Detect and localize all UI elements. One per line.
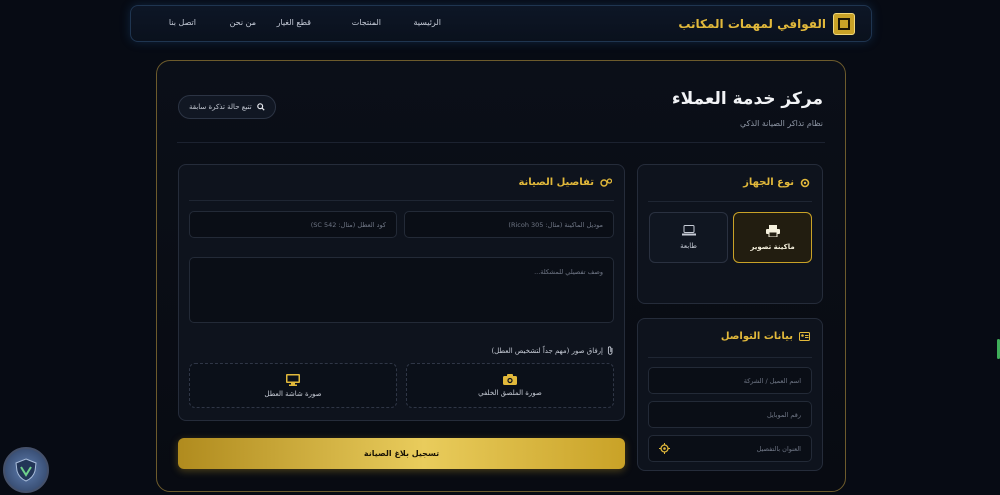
maintenance-panel: تفاصيل الصيانة موديل الماكينة (مثال: Ric… [178,164,625,421]
printer-icon [765,224,780,237]
problem-description-placeholder: وصف تفصيلي للمشكلة... [534,268,603,276]
service-card: مركز خدمة العملاء نظام تذاكر الصيانة الذ… [156,60,846,492]
contact-heading-text: بيانات التواصل [720,331,793,342]
track-ticket-label: تتبع حالة تذكرة سابقة [189,103,252,111]
customer-name-placeholder: اسم العميل / الشركة [743,376,801,385]
upload-screen-photo[interactable]: صورة شاشة العطل [189,363,397,408]
gears-icon [600,177,612,188]
security-badge[interactable] [3,447,49,493]
search-icon [256,103,265,111]
error-code-placeholder: كود العطل (مثال: SC 542) [310,220,386,229]
device-option-label: ماكينة تصوير [750,242,795,251]
contact-panel: بيانات التواصل اسم العميل / الشركة رقم ا… [637,318,823,471]
customer-name-field[interactable]: اسم العميل / الشركة [648,367,812,394]
camera-icon [503,374,517,385]
panel-divider [648,201,812,202]
phone-field[interactable]: رقم الموبايل [648,401,812,428]
track-ticket-button[interactable]: تتبع حالة تذكرة سابقة [178,95,276,119]
maintenance-heading-text: تفاصيل الصيانة [518,177,594,188]
device-option-label: طابعة [680,242,697,250]
page-title: مركز خدمة العملاء [671,89,823,109]
header-divider [177,142,825,143]
address-field[interactable]: العنوان بالتفصيل [648,435,812,462]
top-navbar: الفوافي لمهمات المكاتب الرئيسية المنتجات… [130,5,872,42]
gear-icon [800,178,810,188]
machine-model-placeholder: موديل الماكينة (مثال: Ricoh 305) [508,220,603,229]
brand-logo [833,13,855,35]
device-type-panel: نوع الجهاز ماكينة تصوير طابعة [637,164,823,304]
problem-description-field[interactable]: وصف تفصيلي للمشكلة... [189,257,614,323]
location-target-icon[interactable] [659,443,670,454]
nav-link-products[interactable]: المنتجات [341,18,381,27]
id-card-icon [799,332,810,341]
submit-ticket-button[interactable]: تسجيل بلاغ الصيانة [178,438,625,469]
panel-divider [189,200,614,201]
maintenance-heading: تفاصيل الصيانة [518,177,612,188]
brand-name: الفوافي لمهمات المكاتب [678,17,826,31]
phone-placeholder: رقم الموبايل [766,410,801,419]
nav-link-about[interactable]: من نحن [216,18,256,27]
page-subtitle: نظام تذاكر الصيانة الذكي [740,119,823,128]
brand[interactable]: الفوافي لمهمات المكاتب [678,13,855,35]
nav-link-contact[interactable]: اتصل بنا [156,18,196,27]
attach-images-label: إرفاق صور (مهم جداً لتشخيص العطل) [491,346,614,355]
device-type-heading: نوع الجهاز [743,177,810,188]
paperclip-icon [607,346,614,355]
device-option-printer[interactable]: طابعة [649,212,728,263]
device-type-heading-text: نوع الجهاز [743,177,794,188]
upload-screen-label: صورة شاشة العطل [264,389,322,398]
panel-divider [648,357,812,358]
upload-sticker-label: صورة الملصق الخلفي [478,389,542,397]
address-placeholder: العنوان بالتفصيل [756,444,801,453]
monitor-icon [286,373,300,386]
nav-link-spare-parts[interactable]: قطع الغيار [271,18,311,27]
contact-heading: بيانات التواصل [721,331,810,342]
laptop-icon [681,225,696,236]
nav-link-home[interactable]: الرئيسية [401,18,441,27]
machine-model-field[interactable]: موديل الماكينة (مثال: Ricoh 305) [404,211,614,238]
upload-sticker-photo[interactable]: صورة الملصق الخلفي [406,363,614,408]
error-code-field[interactable]: كود العطل (مثال: SC 542) [189,211,397,238]
attach-images-text: إرفاق صور (مهم جداً لتشخيص العطل) [491,346,603,355]
device-option-photocopier[interactable]: ماكينة تصوير [733,212,812,263]
